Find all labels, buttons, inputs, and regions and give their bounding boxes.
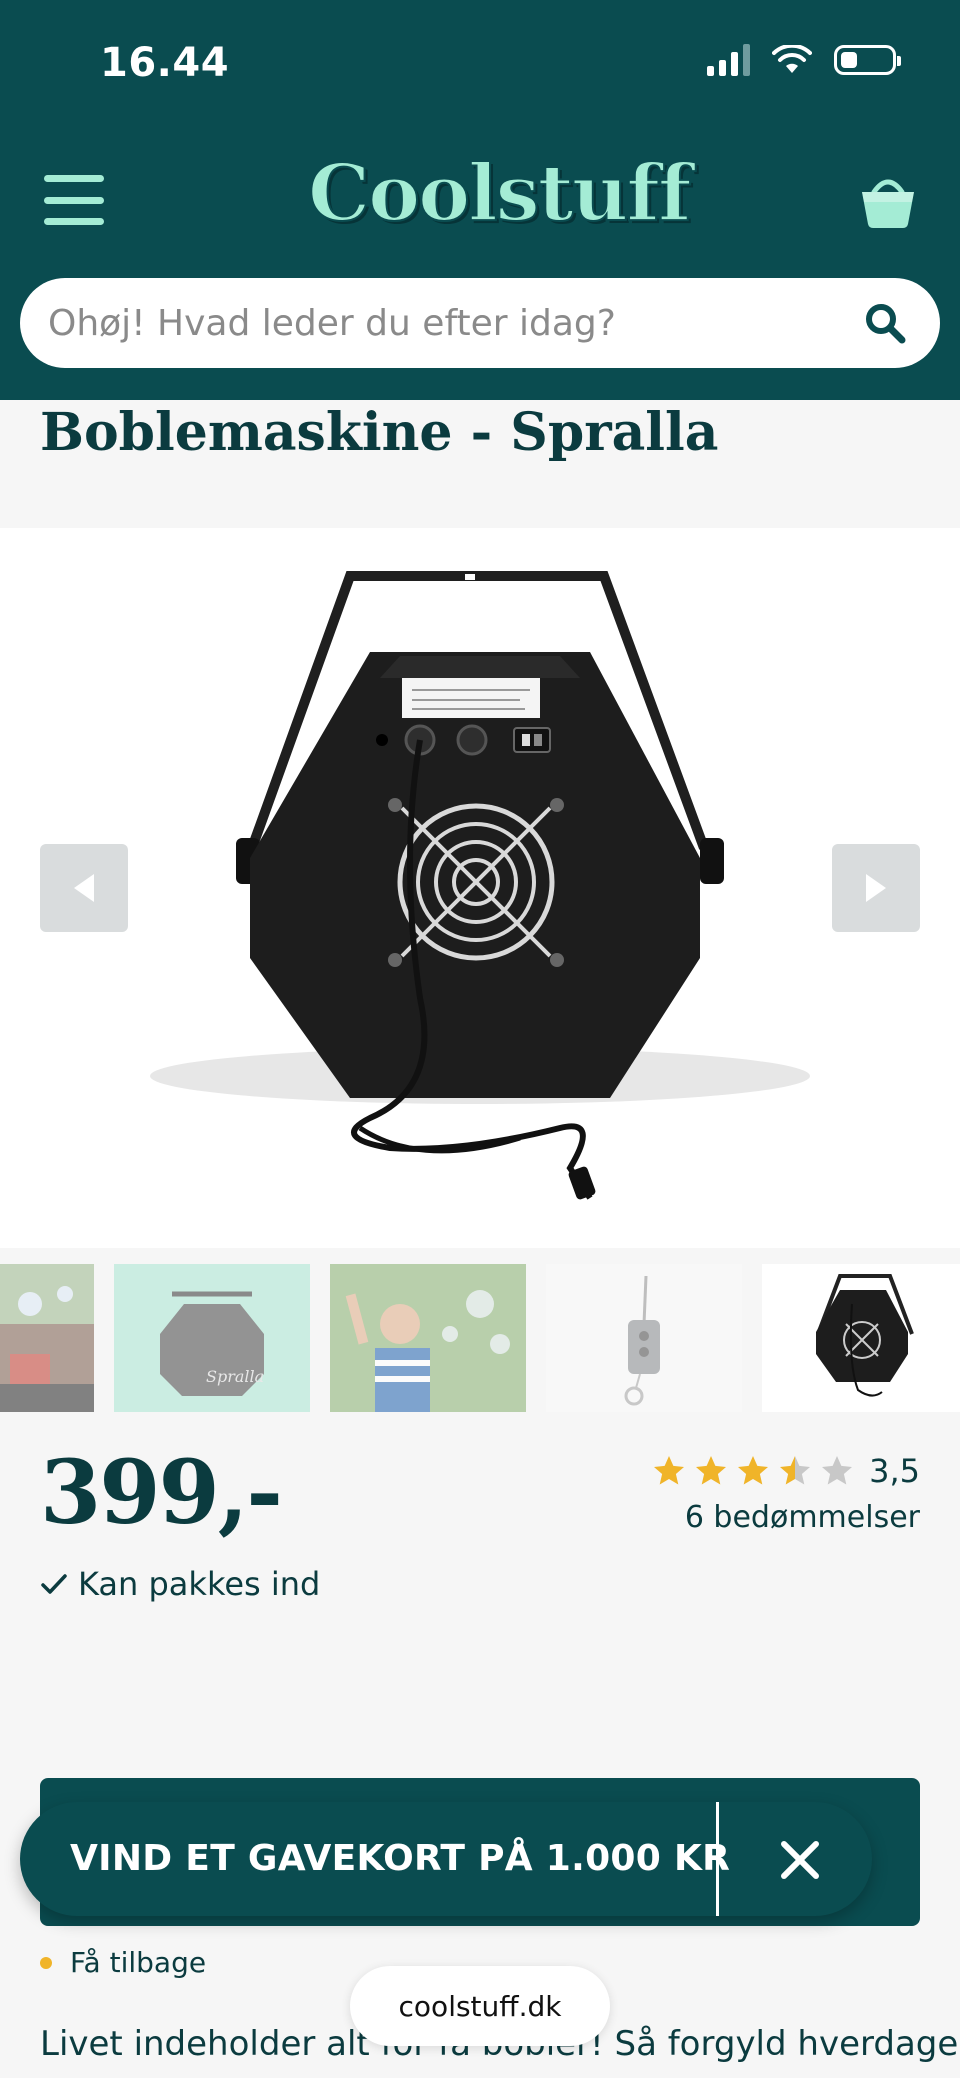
close-icon[interactable] [772, 1832, 828, 1888]
site-header: 16.44 Coolstuff [0, 0, 960, 400]
star-full-icon [738, 1456, 769, 1485]
gallery-prev-button[interactable] [40, 844, 128, 932]
star-full-icon [654, 1456, 685, 1485]
star-empty-icon [822, 1456, 853, 1485]
thumbnail-bubbles-scene[interactable] [0, 1264, 94, 1412]
giftwrap-label: Kan pakkes ind [78, 1565, 321, 1603]
rating-stars [651, 1453, 855, 1489]
thumbnail-remote-control[interactable] [546, 1264, 742, 1412]
checkmark-icon [41, 1574, 67, 1594]
menu-button[interactable] [44, 175, 104, 225]
thumbnail-child-bubbles[interactable] [330, 1264, 526, 1412]
return-info: Få tilbage [40, 1946, 206, 1979]
giftcard-banner-text[interactable]: VIND ET GAVEKORT PÅ 1.000 KR [70, 1838, 730, 1879]
giftwrap-info: Kan pakkes ind [40, 1565, 320, 1603]
return-label: Få tilbage [70, 1946, 207, 1979]
giftcard-banner[interactable]: VIND ET GAVEKORT PÅ 1.000 KR [20, 1802, 872, 1916]
status-time: 16.44 [100, 40, 230, 86]
thumbnail-machine-back[interactable] [762, 1264, 960, 1412]
site-logo[interactable]: Coolstuff [307, 147, 693, 240]
product-image [150, 571, 810, 1200]
search-bar[interactable] [20, 278, 940, 368]
battery-icon [834, 45, 901, 75]
cellular-signal-icon [707, 44, 750, 76]
banner-divider [716, 1802, 719, 1916]
wifi-icon [772, 45, 812, 73]
chevron-left-icon [74, 874, 94, 902]
bullet-dot-icon [40, 1956, 52, 1969]
rating-value: 3,5 [869, 1452, 920, 1490]
svg-text:Spralla: Spralla [206, 1367, 264, 1386]
thumbnail-strip: Spralla [0, 1264, 960, 1412]
gallery-next-button[interactable] [832, 844, 920, 932]
search-input[interactable] [48, 298, 848, 348]
status-bar: 16.44 [0, 0, 960, 120]
product-image-gallery[interactable] [0, 528, 960, 1248]
basket-icon[interactable] [860, 170, 916, 230]
product-price: 399,- [40, 1440, 283, 1544]
browser-url-bar[interactable]: coolstuff.dk [350, 1966, 610, 2046]
star-full-icon [696, 1456, 727, 1485]
search-icon[interactable] [864, 302, 906, 344]
product-title: Boblemaskine - Spralla [40, 402, 719, 463]
status-icons [707, 44, 901, 76]
product-rating[interactable]: 3,5 [651, 1452, 920, 1490]
thumbnail-machine-teal[interactable]: Spralla [114, 1264, 310, 1412]
reviews-count-link[interactable]: 6 bedømmelser [685, 1500, 920, 1535]
chevron-right-icon [866, 874, 886, 902]
star-half-icon [780, 1456, 811, 1485]
